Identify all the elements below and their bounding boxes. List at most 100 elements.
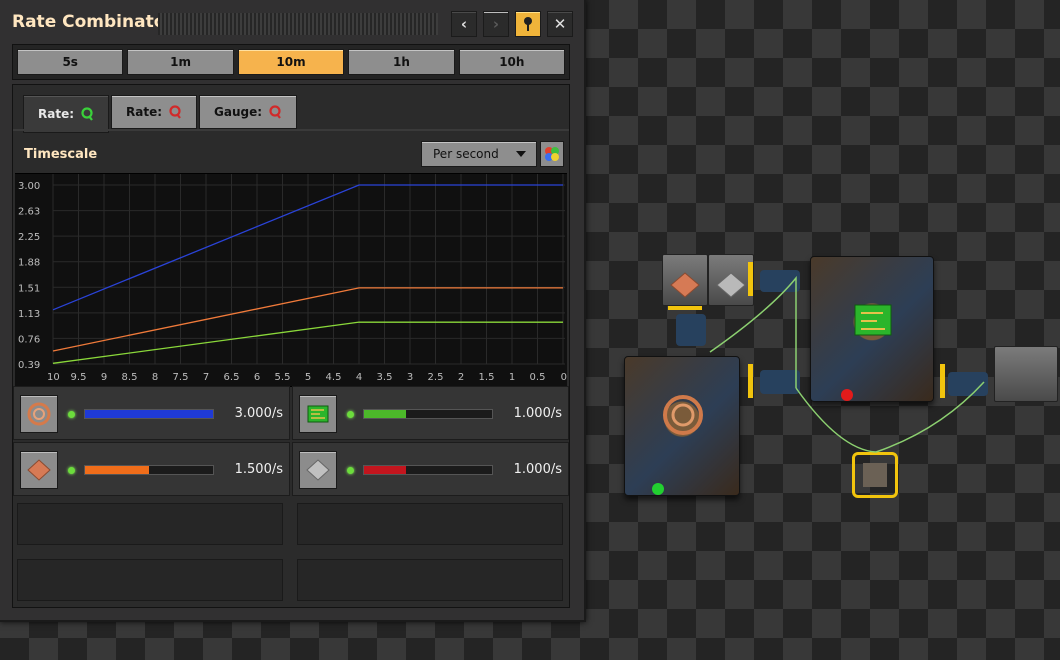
x-tick-label: 4.5 [326,372,342,383]
interval-button-2[interactable]: 10m [237,49,345,75]
forward-button[interactable]: › [483,11,509,37]
drag-handle[interactable] [158,13,438,35]
color-palette-icon [545,147,559,161]
rate-chart-svg: 3.002.632.251.881.511.130.760.3910 9.5 9 8.… [18,174,567,383]
status-led [347,467,354,474]
x-tick-label: 0 [561,372,567,383]
rate-bar [84,409,214,419]
x-tick-label: 4 [356,372,362,383]
close-icon: ✕ [553,15,567,33]
signal-row: 1.000/s [292,442,569,496]
x-tick-label: 5.5 [275,372,291,383]
rate-bar-fill [364,466,407,474]
status-led [68,467,75,474]
rate-bar [363,409,493,419]
signal-tabs: Rate: Rate: Gauge: [23,95,298,133]
signal-slot[interactable] [20,395,58,433]
color-toggle-button[interactable] [540,141,564,167]
electronic-circuit-icon [307,405,329,423]
x-tick-label: 7.5 [173,372,189,383]
tab-2[interactable]: Gauge: [199,95,298,129]
x-tick-label: 2.5 [428,372,444,383]
chevron-right-icon: › [492,15,500,33]
x-tick-label: 6.5 [224,372,240,383]
x-tick-label: 2 [458,372,464,383]
factory-scene [600,240,1060,510]
red-signal-icon [269,105,281,119]
y-tick-label: 1.13 [18,309,40,320]
status-led [68,411,75,418]
rate-chart: 3.00 2.63 2.25 1.88 1.51 1.13 0.76 0.39 10 9.5 9 8.… [15,173,567,387]
empty-slot [297,559,563,601]
timescale-selected: Per second [433,147,499,161]
x-tick-label: 6 [254,372,260,383]
x-tick-label: 5 [305,372,311,383]
signal-value: 1.500/s [234,462,283,477]
main-panel: Rate: Rate: Gauge: Timescale Per second 3.… [12,84,570,608]
signal-slot[interactable] [20,451,58,489]
interval-button-1[interactable]: 1m [127,49,234,75]
tab-1[interactable]: Rate: [111,95,198,129]
back-button[interactable]: ‹ [451,11,477,37]
tab-label: Rate: [38,107,75,121]
y-tick-label: 1.88 [18,258,40,269]
y-tick-label: 3.00 [18,181,40,192]
timescale-dropdown[interactable]: Per second [421,141,537,167]
status-led [347,411,354,418]
green-signal-icon [81,107,93,121]
x-tick-label: 3.5 [377,372,393,383]
signal-slot[interactable] [299,451,337,489]
y-tick-label: 1.51 [18,283,40,294]
interval-selector: 5s 1m 10m 1h 10h [12,44,570,80]
tab-divider [13,129,569,131]
copper-cable-icon [27,402,51,426]
signal-value: 3.000/s [234,406,283,421]
tab-label: Gauge: [214,105,263,119]
signal-row: 1.500/s [13,442,290,496]
x-tick-label: 1 [509,372,515,383]
signal-value: 1.000/s [513,406,562,421]
iron-plate-icon [306,459,330,481]
signal-slot[interactable] [299,395,337,433]
circuit-wires [709,275,985,453]
x-tick-label: 8.5 [122,372,138,383]
interval-button-3[interactable]: 1h [348,49,455,75]
pin-button[interactable] [515,11,541,37]
window-title: Rate Combinator [12,12,174,32]
tab-0[interactable]: Rate: [23,95,110,133]
empty-slot [297,503,563,545]
rate-bar-fill [85,466,149,474]
chevron-down-icon [516,151,526,157]
timescale-label: Timescale [24,147,98,162]
x-tick-label: 7 [203,372,209,383]
rate-bar-fill [85,410,213,418]
y-tick-label: 0.76 [18,334,40,345]
x-tick-label: 10 [47,372,60,383]
x-tick-label: 9 [101,372,107,383]
chevron-left-icon: ‹ [460,15,468,33]
red-signal-icon [169,105,181,119]
interval-button-4[interactable]: 10h [458,49,566,75]
signal-row: 1.000/s [292,386,569,440]
y-tick-label: 0.39 [18,360,40,371]
timescale-row: Timescale Per second [13,135,569,173]
y-tick-label: 2.25 [18,232,40,243]
signal-value: 1.000/s [513,462,562,477]
empty-slot [17,503,283,545]
y-tick-label: 2.63 [18,207,40,218]
signal-row: 3.000/s [13,386,290,440]
x-tick-label: 1.5 [479,372,495,383]
interval-button-0[interactable]: 5s [17,49,124,75]
rate-bar [363,465,493,475]
title-bar[interactable]: Rate Combinator ‹ › ✕ [0,0,584,46]
close-button[interactable]: ✕ [547,11,573,37]
copper-plate-icon [27,459,51,481]
rate-bar [84,465,214,475]
rate-bar-fill [364,410,407,418]
empty-slot [17,559,283,601]
x-tick-label: 3 [407,372,413,383]
pin-icon [524,17,532,31]
x-tick-label: 9.5 [71,372,87,383]
x-tick-label: 0.5 [530,372,546,383]
x-tick-label: 8 [152,372,158,383]
